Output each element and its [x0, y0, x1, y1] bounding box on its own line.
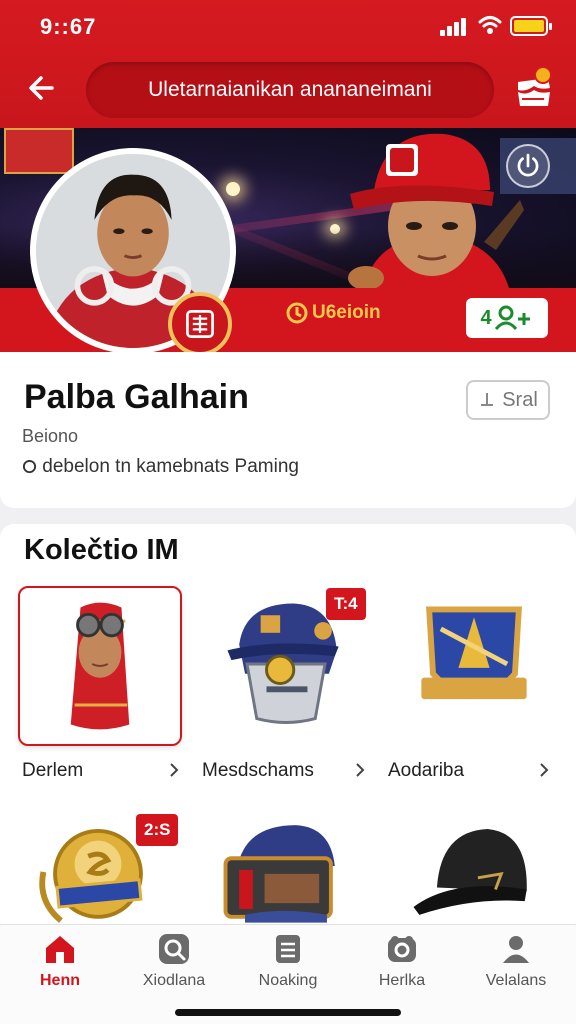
- collection-item-outfit[interactable]: [18, 586, 182, 746]
- chevron-right-icon[interactable]: [536, 762, 552, 778]
- home-indicator: [175, 1009, 401, 1016]
- item-label: Mesdschams: [202, 760, 314, 781]
- back-arrow-icon[interactable]: [22, 68, 62, 108]
- profile-bio-text: debelon tn kamebnats Paming: [42, 456, 299, 477]
- search-text: Uletarnaianikan anananeimani: [148, 78, 432, 101]
- home-icon: [46, 936, 74, 963]
- item-label: Aodariba: [388, 760, 465, 781]
- level-badge-icon: [168, 292, 232, 356]
- edit-icon: [481, 393, 494, 406]
- emblem-icon: [421, 606, 527, 700]
- battery-icon: [510, 16, 552, 36]
- visor-helmet-icon: [223, 825, 335, 923]
- chevron-right-icon[interactable]: [166, 762, 182, 778]
- follow-count: 4: [480, 306, 492, 329]
- nav-label: Xiodlana: [142, 972, 206, 989]
- wifi-icon: [478, 16, 502, 34]
- signal-icon: [440, 18, 468, 36]
- follow-button[interactable]: 4: [466, 298, 548, 338]
- item-label: Derlem: [22, 760, 84, 781]
- nav-label: Herlka: [378, 972, 426, 989]
- stat-label: Sral: [502, 388, 538, 411]
- status-time: 9::67: [40, 14, 97, 39]
- refresh-icon[interactable]: [506, 144, 550, 188]
- nav-games[interactable]: Herlka: [352, 932, 452, 998]
- nav-label: Velalans: [485, 972, 547, 989]
- nav-label: Noaking: [258, 972, 318, 989]
- collection-item-cap[interactable]: [394, 812, 558, 924]
- profile-card: [0, 352, 576, 508]
- collection-title: Kolečtio IM: [24, 534, 179, 566]
- cap-icon: [413, 828, 527, 915]
- ticket-badge[interactable]: U6eioin: [286, 302, 381, 324]
- search-icon: [159, 934, 189, 964]
- banner-flag: [4, 128, 74, 174]
- game-icon: [388, 936, 416, 962]
- ticket-label: U6eioin: [312, 302, 381, 323]
- status-bar: 9::67: [0, 0, 576, 56]
- gamer-photo: [348, 133, 524, 288]
- coin-icon: [286, 302, 308, 324]
- collection-item-visor[interactable]: [206, 812, 370, 924]
- list-icon: [276, 935, 300, 963]
- nav-profile[interactable]: Velalans: [466, 932, 566, 998]
- item-tag: T:4: [326, 588, 366, 620]
- profile-name: Palba Galhain: [24, 378, 249, 416]
- collection-item-emblem[interactable]: [394, 586, 558, 746]
- chevron-right-icon[interactable]: [352, 762, 368, 778]
- stat-button[interactable]: Sral: [466, 380, 550, 420]
- add-friend-icon: [494, 305, 530, 331]
- profile-id: Beiono: [22, 426, 79, 446]
- profile-bio: debelon tn kamebnats Paming: [22, 456, 299, 478]
- notification-dot: [534, 66, 552, 84]
- costume-icon: [70, 602, 130, 730]
- nav-search[interactable]: Xiodlana: [124, 932, 224, 998]
- info-icon: [22, 459, 37, 474]
- nav-home[interactable]: Henn: [10, 932, 110, 998]
- search-bar[interactable]: Uletarnaianikan anananeimani: [86, 62, 494, 118]
- nav-label: Henn: [40, 972, 80, 989]
- nav-ranking[interactable]: Noaking: [238, 932, 338, 998]
- profile-icon: [503, 936, 529, 963]
- item-tag: 2:S: [136, 814, 179, 846]
